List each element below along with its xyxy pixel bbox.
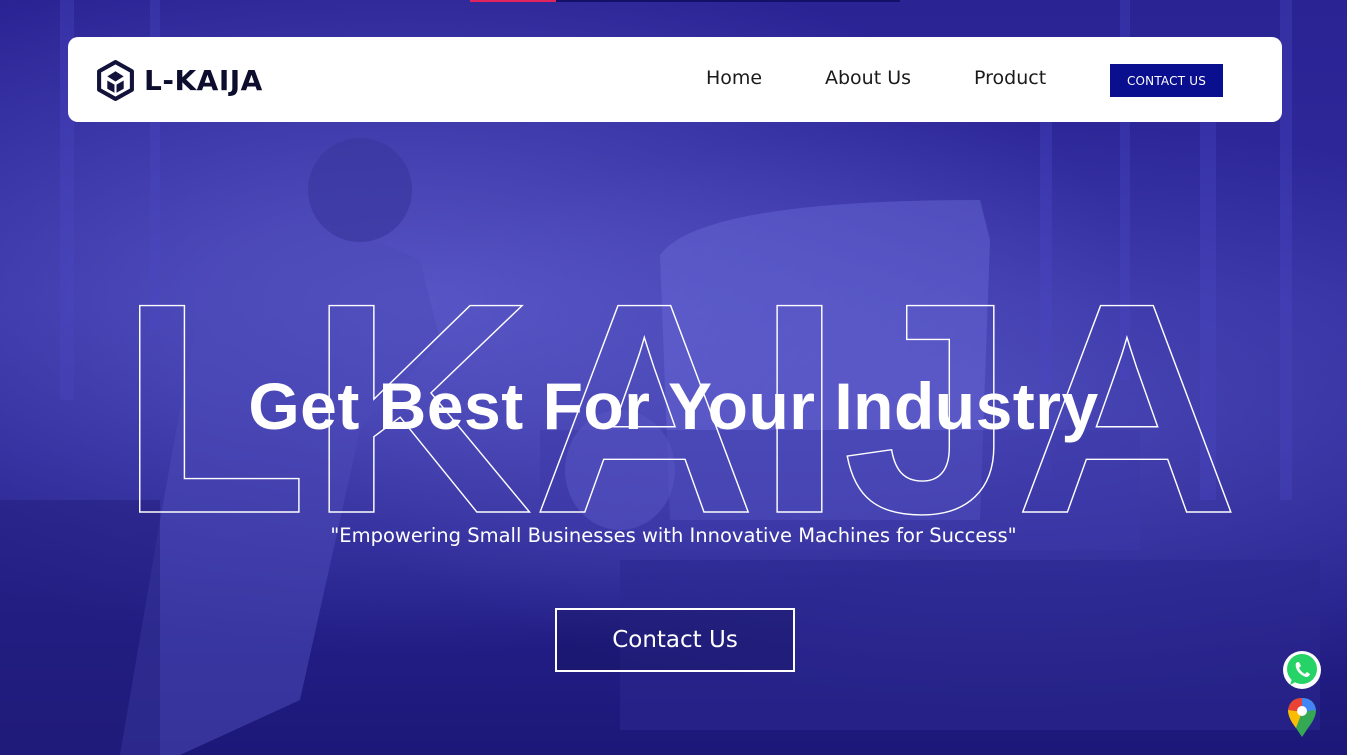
hero-section: LKAIJA L-KAIJA Home About Us Product CON… — [0, 0, 1347, 755]
nav-about-link[interactable]: About Us — [825, 67, 911, 89]
top-progress-accent — [470, 0, 556, 2]
nav-product-link[interactable]: Product — [974, 67, 1046, 89]
hero-headline: Get Best For Your Industry — [248, 369, 1099, 443]
navbar: L-KAIJA Home About Us Product CONTACT US — [68, 37, 1282, 122]
google-maps-icon[interactable] — [1284, 696, 1326, 738]
brand[interactable]: L-KAIJA — [95, 59, 263, 101]
brand-name: L-KAIJA — [144, 63, 263, 97]
hero-tagline: "Empowering Small Businesses with Innova… — [330, 524, 1017, 547]
nav-contact-button[interactable]: CONTACT US — [1110, 64, 1223, 97]
hero-contact-button[interactable]: Contact Us — [555, 608, 795, 672]
top-progress-bar — [470, 0, 900, 2]
whatsapp-icon[interactable] — [1281, 649, 1323, 691]
cube-logo-icon — [97, 59, 134, 101]
nav-home-link[interactable]: Home — [706, 67, 762, 89]
